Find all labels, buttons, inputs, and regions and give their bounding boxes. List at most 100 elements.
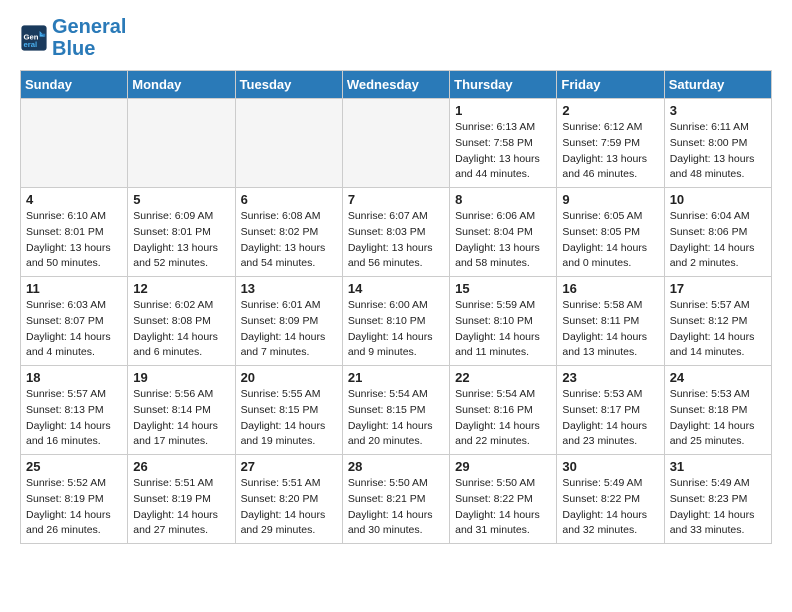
- daylight-label: Daylight: 14 hours and 17 minutes.: [133, 420, 218, 448]
- day-info: Sunrise: 5:51 AMSunset: 8:19 PMDaylight:…: [133, 476, 229, 539]
- calendar-cell: 5 Sunrise: 6:09 AMSunset: 8:01 PMDaylight…: [128, 188, 235, 277]
- calendar-cell: [21, 99, 128, 188]
- day-number: 28: [348, 459, 444, 474]
- sunrise-label: Sunrise: 5:49 AM: [670, 477, 750, 489]
- calendar-cell: 3Sunrise: 6:11 AMSunset: 8:00 PMDaylight…: [664, 99, 771, 188]
- daylight-label: Daylight: 14 hours and 33 minutes.: [670, 509, 755, 537]
- calendar-cell: [235, 99, 342, 188]
- daylight-label: Daylight: 14 hours and 13 minutes.: [562, 331, 647, 359]
- day-number: 9: [562, 192, 658, 207]
- calendar-cell: 23Sunrise: 5:53 AMSunset: 8:17 PMDayligh…: [557, 366, 664, 455]
- sunrise-label: Sunrise: 6:04 AM: [670, 210, 750, 222]
- day-info: Sunrise: 6:05 AMSunset: 8:05 PMDaylight:…: [562, 209, 658, 272]
- sunset-label: Sunset: 8:18 PM: [670, 404, 748, 416]
- calendar-cell: 15Sunrise: 5:59 AMSunset: 8:10 PMDayligh…: [450, 277, 557, 366]
- day-number: 17: [670, 281, 766, 296]
- daylight-label: Daylight: 13 hours and 56 minutes.: [348, 242, 433, 270]
- day-info: Sunrise: 6:10 AMSunset: 8:01 PMDaylight:…: [26, 209, 122, 272]
- day-number: 5: [133, 192, 229, 207]
- daylight-label: Daylight: 14 hours and 7 minutes.: [241, 331, 326, 359]
- day-info: Sunrise: 5:51 AMSunset: 8:20 PMDaylight:…: [241, 476, 337, 539]
- day-number: 30: [562, 459, 658, 474]
- sunrise-label: Sunrise: 6:00 AM: [348, 299, 428, 311]
- calendar-cell: 14Sunrise: 6:00 AMSunset: 8:10 PMDayligh…: [342, 277, 449, 366]
- sunrise-label: Sunrise: 5:57 AM: [670, 299, 750, 311]
- calendar-cell: 27Sunrise: 5:51 AMSunset: 8:20 PMDayligh…: [235, 455, 342, 544]
- daylight-label: Daylight: 14 hours and 32 minutes.: [562, 509, 647, 537]
- daylight-label: Daylight: 14 hours and 11 minutes.: [455, 331, 540, 359]
- sunset-label: Sunset: 8:04 PM: [455, 226, 533, 238]
- day-info: Sunrise: 6:08 AMSunset: 8:02 PMDaylight:…: [241, 209, 337, 272]
- calendar-cell: 29Sunrise: 5:50 AMSunset: 8:22 PMDayligh…: [450, 455, 557, 544]
- sunset-label: Sunset: 8:19 PM: [133, 493, 211, 505]
- sunrise-label: Sunrise: 5:52 AM: [26, 477, 106, 489]
- day-header-sunday: Sunday: [21, 71, 128, 99]
- day-number: 3: [670, 103, 766, 118]
- daylight-label: Daylight: 14 hours and 20 minutes.: [348, 420, 433, 448]
- calendar-table: SundayMondayTuesdayWednesdayThursdayFrid…: [20, 70, 772, 544]
- day-header-saturday: Saturday: [664, 71, 771, 99]
- sunrise-label: Sunrise: 5:51 AM: [133, 477, 213, 489]
- sunrise-label: Sunrise: 5:53 AM: [562, 388, 642, 400]
- daylight-label: Daylight: 13 hours and 48 minutes.: [670, 153, 755, 181]
- sunrise-label: Sunrise: 5:51 AM: [241, 477, 321, 489]
- sunrise-label: Sunrise: 6:03 AM: [26, 299, 106, 311]
- calendar-cell: [342, 99, 449, 188]
- day-number: 7: [348, 192, 444, 207]
- day-number: 1: [455, 103, 551, 118]
- day-info: Sunrise: 5:53 AMSunset: 8:18 PMDaylight:…: [670, 387, 766, 450]
- daylight-label: Daylight: 14 hours and 6 minutes.: [133, 331, 218, 359]
- day-info: Sunrise: 6:12 AMSunset: 7:59 PMDaylight:…: [562, 120, 658, 183]
- sunrise-label: Sunrise: 6:07 AM: [348, 210, 428, 222]
- daylight-label: Daylight: 14 hours and 4 minutes.: [26, 331, 111, 359]
- day-number: 6: [241, 192, 337, 207]
- logo: Gen eral GeneralBlue: [20, 16, 126, 60]
- calendar-cell: 18Sunrise: 5:57 AMSunset: 8:13 PMDayligh…: [21, 366, 128, 455]
- day-info: Sunrise: 6:09 AMSunset: 8:01 PMDaylight:…: [133, 209, 229, 272]
- day-number: 4: [26, 192, 122, 207]
- sunset-label: Sunset: 8:20 PM: [241, 493, 319, 505]
- sunset-label: Sunset: 8:02 PM: [241, 226, 319, 238]
- calendar-cell: 20Sunrise: 5:55 AMSunset: 8:15 PMDayligh…: [235, 366, 342, 455]
- page-header: Gen eral GeneralBlue: [20, 16, 772, 60]
- sunrise-label: Sunrise: 5:54 AM: [455, 388, 535, 400]
- daylight-label: Daylight: 13 hours and 50 minutes.: [26, 242, 111, 270]
- daylight-label: Daylight: 13 hours and 52 minutes.: [133, 242, 218, 270]
- sunset-label: Sunset: 7:58 PM: [455, 137, 533, 149]
- day-number: 24: [670, 370, 766, 385]
- calendar-cell: 19Sunrise: 5:56 AMSunset: 8:14 PMDayligh…: [128, 366, 235, 455]
- sunset-label: Sunset: 8:22 PM: [562, 493, 640, 505]
- calendar-week-5: 25Sunrise: 5:52 AMSunset: 8:19 PMDayligh…: [21, 455, 772, 544]
- daylight-label: Daylight: 14 hours and 9 minutes.: [348, 331, 433, 359]
- sunrise-label: Sunrise: 5:56 AM: [133, 388, 213, 400]
- calendar-cell: 11Sunrise: 6:03 AMSunset: 8:07 PMDayligh…: [21, 277, 128, 366]
- day-number: 19: [133, 370, 229, 385]
- day-info: Sunrise: 6:00 AMSunset: 8:10 PMDaylight:…: [348, 298, 444, 361]
- daylight-label: Daylight: 14 hours and 26 minutes.: [26, 509, 111, 537]
- day-number: 15: [455, 281, 551, 296]
- day-info: Sunrise: 5:49 AMSunset: 8:22 PMDaylight:…: [562, 476, 658, 539]
- daylight-label: Daylight: 13 hours and 58 minutes.: [455, 242, 540, 270]
- sunset-label: Sunset: 8:15 PM: [241, 404, 319, 416]
- sunrise-label: Sunrise: 5:55 AM: [241, 388, 321, 400]
- calendar-cell: 24 Sunrise: 5:53 AMSunset: 8:18 PMDayligh…: [664, 366, 771, 455]
- day-info: Sunrise: 5:54 AMSunset: 8:16 PMDaylight:…: [455, 387, 551, 450]
- day-header-wednesday: Wednesday: [342, 71, 449, 99]
- daylight-label: Daylight: 14 hours and 16 minutes.: [26, 420, 111, 448]
- day-info: Sunrise: 6:13 AMSunset: 7:58 PMDaylight:…: [455, 120, 551, 183]
- day-info: Sunrise: 5:55 AMSunset: 8:15 PMDaylight:…: [241, 387, 337, 450]
- day-info: Sunrise: 6:02 AMSunset: 8:08 PMDaylight:…: [133, 298, 229, 361]
- calendar-cell: 1 Sunrise: 6:13 AMSunset: 7:58 PMDaylight…: [450, 99, 557, 188]
- calendar-cell: 30 Sunrise: 5:49 AMSunset: 8:22 PMDayligh…: [557, 455, 664, 544]
- calendar-cell: 22Sunrise: 5:54 AMSunset: 8:16 PMDayligh…: [450, 366, 557, 455]
- sunset-label: Sunset: 8:23 PM: [670, 493, 748, 505]
- calendar-cell: 10Sunrise: 6:04 AMSunset: 8:06 PMDayligh…: [664, 188, 771, 277]
- day-info: Sunrise: 5:50 AMSunset: 8:21 PMDaylight:…: [348, 476, 444, 539]
- daylight-label: Daylight: 14 hours and 25 minutes.: [670, 420, 755, 448]
- day-info: Sunrise: 6:07 AMSunset: 8:03 PMDaylight:…: [348, 209, 444, 272]
- day-header-tuesday: Tuesday: [235, 71, 342, 99]
- sunset-label: Sunset: 8:15 PM: [348, 404, 426, 416]
- sunset-label: Sunset: 8:01 PM: [133, 226, 211, 238]
- daylight-label: Daylight: 14 hours and 0 minutes.: [562, 242, 647, 270]
- day-number: 31: [670, 459, 766, 474]
